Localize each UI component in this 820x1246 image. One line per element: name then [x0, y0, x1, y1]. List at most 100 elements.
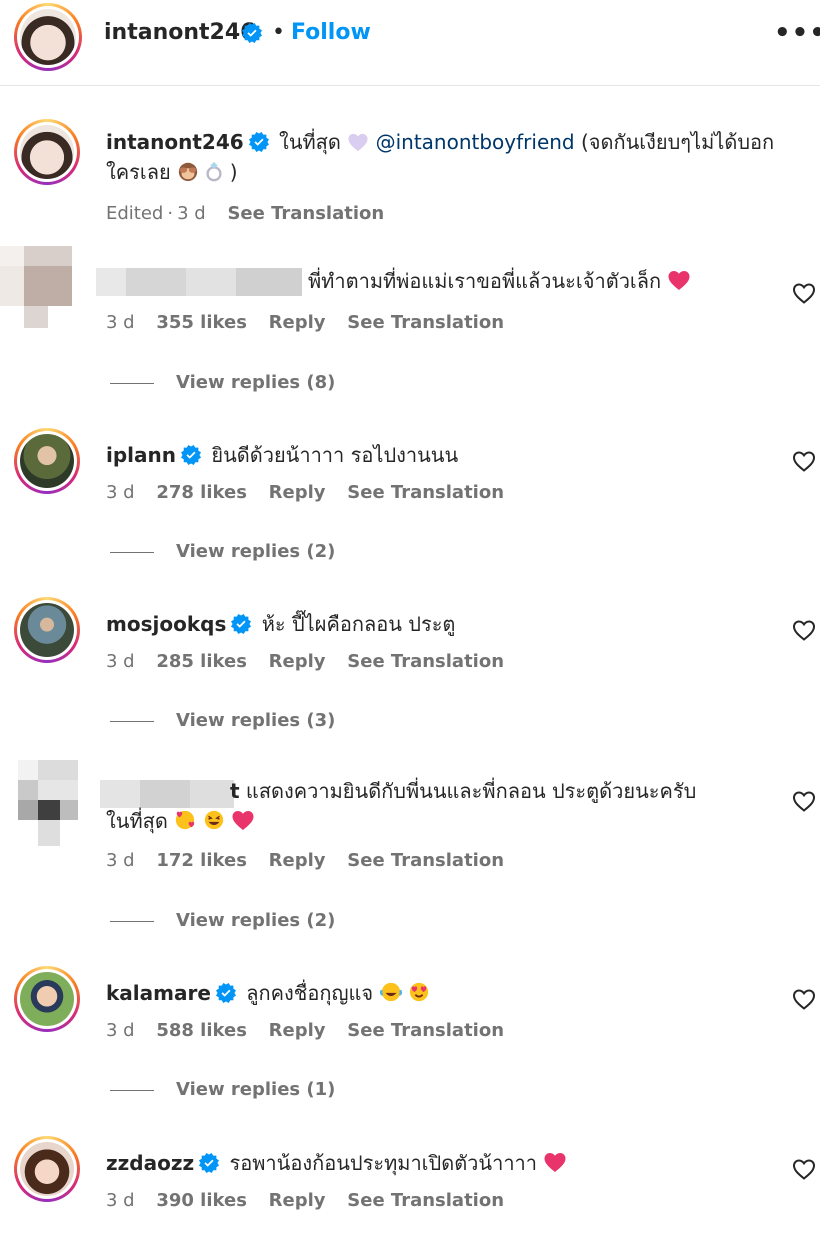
comment-likes[interactable]: 390 likes: [156, 1190, 247, 1211]
comment-avatar[interactable]: [14, 966, 80, 1032]
more-options-icon[interactable]: •••: [774, 20, 820, 46]
like-heart-icon[interactable]: [792, 790, 816, 812]
view-replies-button[interactable]: View replies (2): [110, 910, 335, 931]
comment-body-line2: ในที่สุด: [106, 809, 168, 833]
replies-divider: [110, 920, 154, 922]
comment-text: zzdaozz รอพาน้องก้อนประทุมาเปิดตัวน้าาาา: [106, 1148, 796, 1178]
comment-body: ลูกคงชื่อกุญแจ: [246, 981, 374, 1005]
view-replies-button[interactable]: View replies (8): [110, 372, 335, 393]
replies-divider: [110, 551, 154, 553]
comment-body: รอพาน้องก้อนประทุมาเปิดตัวน้าาาา: [229, 1151, 538, 1175]
comment-body: ห้ะ ปี๊ไผคือกลอน ประตู: [261, 612, 456, 636]
like-heart-icon[interactable]: [792, 282, 816, 304]
comment-time: 3 d: [106, 651, 135, 672]
comment-body: ยินดีด้วยน้าาาา รอไปงานนน: [211, 443, 459, 467]
view-replies-label: View replies (2): [176, 541, 336, 562]
ring-emoji: [206, 161, 222, 182]
comment-body: พี่ทำตามที่พ่อแม่เราขอพี่แล้วนะเจ้าตัวเล…: [308, 269, 662, 293]
view-replies-button[interactable]: View replies (2): [110, 541, 335, 562]
reply-button[interactable]: Reply: [269, 1190, 326, 1211]
comment-text: พี่ทำตามที่พ่อแม่เราขอพี่แล้วนะเจ้าตัวเล…: [308, 266, 778, 296]
view-replies-button[interactable]: View replies (1): [110, 1079, 335, 1100]
see-translation-link[interactable]: See Translation: [347, 312, 504, 333]
comment-time: 3 d: [106, 312, 135, 333]
see-no-evil-monkey-emoji: [178, 162, 198, 182]
comment-avatar[interactable]: [14, 428, 80, 494]
smiling-face-with-hearts-emoji: [176, 810, 195, 830]
like-heart-icon[interactable]: [792, 1158, 816, 1180]
reply-button[interactable]: Reply: [269, 1020, 326, 1041]
separator-dot: •: [272, 20, 285, 45]
red-heart-emoji: [543, 1151, 567, 1173]
author-username[interactable]: intanont246: [104, 20, 255, 45]
verified-badge-icon: [249, 132, 269, 152]
comment-meta: 3 d 355 likes Reply See Translation: [106, 312, 520, 333]
comment-text: iplann ยินดีด้วยน้าาาา รอไปงานนน: [106, 440, 796, 470]
view-replies-label: View replies (3): [176, 710, 336, 731]
comment-meta: 3 d 588 likes Reply See Translation: [106, 1020, 520, 1041]
username-censored[interactable]: [96, 268, 302, 296]
comment-avatar[interactable]: [14, 597, 80, 663]
caption-time: 3 d: [177, 203, 206, 224]
comment-meta: 3 d 172 likes Reply See Translation: [106, 850, 520, 871]
caption-username[interactable]: intanont246: [106, 130, 244, 154]
grinning-squinting-face-emoji: [204, 810, 223, 830]
caption-edited: Edited: [106, 203, 164, 224]
comment-avatar[interactable]: [14, 1136, 80, 1202]
reply-button[interactable]: Reply: [269, 850, 326, 871]
verified-badge-icon: [181, 445, 201, 465]
replies-divider: [110, 382, 154, 384]
post-header: intanont246 • Follow •••: [0, 0, 820, 86]
replies-divider: [110, 1089, 154, 1091]
replies-divider: [110, 720, 154, 722]
comment-username[interactable]: kalamare: [106, 981, 211, 1005]
caption-mention[interactable]: @intanontboyfriend: [376, 130, 575, 154]
comment-text: mosjookqs ห้ะ ปี๊ไผคือกลอน ประตู: [106, 609, 796, 639]
verified-badge-icon: [216, 983, 236, 1003]
reply-button[interactable]: Reply: [269, 651, 326, 672]
comment-username[interactable]: iplann: [106, 443, 176, 467]
comment-likes[interactable]: 278 likes: [156, 482, 247, 503]
comment-text: t แสดงความยินดีกับพี่นนและพี่กลอน ประตูด…: [106, 776, 766, 836]
see-translation-link[interactable]: See Translation: [347, 1190, 504, 1211]
view-replies-label: View replies (8): [176, 372, 336, 393]
view-replies-button[interactable]: View replies (3): [110, 710, 335, 731]
avatar-censored[interactable]: [18, 760, 78, 846]
comment-text: kalamare ลูกคงชื่อกุญแจ: [106, 978, 796, 1008]
red-heart-emoji: [231, 809, 255, 831]
comment-likes[interactable]: 588 likes: [156, 1020, 247, 1041]
see-translation-link[interactable]: See Translation: [347, 651, 504, 672]
like-heart-icon[interactable]: [792, 450, 816, 472]
avatar-censored[interactable]: [0, 246, 72, 328]
comment-username[interactable]: t: [106, 779, 240, 803]
like-heart-icon[interactable]: [792, 619, 816, 641]
comment-time: 3 d: [106, 850, 135, 871]
like-heart-icon[interactable]: [792, 988, 816, 1010]
view-replies-label: View replies (1): [176, 1079, 336, 1100]
reply-button[interactable]: Reply: [269, 312, 326, 333]
see-translation-link[interactable]: See Translation: [347, 850, 504, 871]
caption-text-start: ในที่สุด: [279, 130, 341, 154]
reply-button[interactable]: Reply: [269, 482, 326, 503]
comment-time: 3 d: [106, 1190, 135, 1211]
verified-badge-icon: [242, 23, 262, 43]
purple-heart-emoji: [347, 132, 369, 152]
comment-likes[interactable]: 285 likes: [156, 651, 247, 672]
see-translation-link[interactable]: See Translation: [347, 1020, 504, 1041]
comment-likes[interactable]: 172 likes: [156, 850, 247, 871]
caption-text-end: ): [229, 160, 238, 184]
author-avatar[interactable]: [14, 3, 82, 71]
comment-username[interactable]: mosjookqs: [106, 612, 226, 636]
comment-time: 3 d: [106, 1020, 135, 1041]
comment-meta: 3 d 278 likes Reply See Translation: [106, 482, 520, 503]
comment-body: แสดงความยินดีกับพี่นนและพี่กลอน ประตูด้ว…: [245, 779, 697, 803]
comment-username[interactable]: zzdaozz: [106, 1151, 194, 1175]
follow-button[interactable]: Follow: [291, 20, 371, 45]
view-replies-label: View replies (2): [176, 910, 336, 931]
see-translation-link[interactable]: See Translation: [227, 203, 384, 224]
verified-badge-icon: [231, 614, 251, 634]
comment-likes[interactable]: 355 likes: [156, 312, 247, 333]
caption-avatar[interactable]: [14, 119, 80, 185]
comment-time: 3 d: [106, 482, 135, 503]
see-translation-link[interactable]: See Translation: [347, 482, 504, 503]
